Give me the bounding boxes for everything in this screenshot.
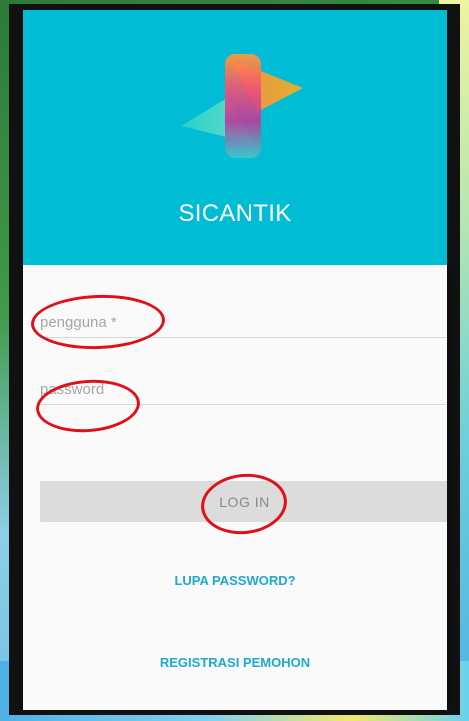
username-input[interactable] <box>40 314 446 331</box>
login-button[interactable]: LOG IN <box>40 481 447 522</box>
forgot-password-link[interactable]: LUPA PASSWORD? <box>23 573 447 588</box>
username-field[interactable] <box>40 303 446 338</box>
app-title: SICANTIK <box>178 200 292 227</box>
login-header: SICANTIK <box>23 10 447 265</box>
register-link[interactable]: REGISTRASI PEMOHON <box>23 655 447 670</box>
password-input[interactable] <box>40 381 446 398</box>
login-card: SICANTIK LOG IN LUPA PASSWORD? REGISTRAS… <box>23 10 447 710</box>
password-field[interactable] <box>40 370 446 405</box>
sicantik-logo-icon <box>181 54 303 158</box>
